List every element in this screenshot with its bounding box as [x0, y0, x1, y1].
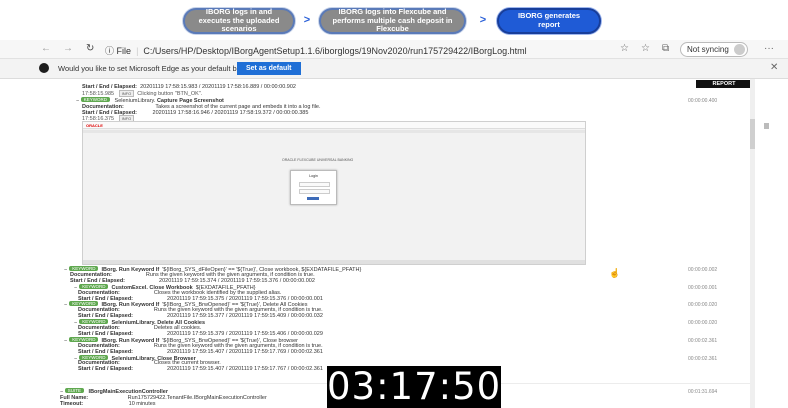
report-content: REPORT Start / End / Elapsed: 20201119 1… — [0, 79, 788, 408]
flow-arrow-icon: > — [300, 13, 314, 27]
timer-overlay: 03:17:50 — [327, 365, 502, 408]
log-row: 17:58:15.985 INFO Clicking button "BTN_O… — [82, 90, 203, 97]
keyword-badge: KEYWORD — [79, 354, 109, 360]
log-row: Start / End / Elapsed: 20201119 17:59:15.… — [78, 366, 323, 373]
url-text: C:/Users/HP/Desktop/IBorgAgentSetup1.1.6… — [143, 46, 527, 56]
avatar — [733, 44, 745, 55]
side-marker — [764, 123, 769, 129]
collections-icon[interactable]: ⧉ — [662, 43, 669, 54]
forward-icon[interactable]: → — [63, 43, 73, 54]
keyword-badge: KEYWORD — [69, 266, 99, 271]
report-tag[interactable]: REPORT — [696, 80, 752, 88]
suite-badge: SUITE — [64, 388, 85, 393]
flow-arrow-icon: > — [476, 13, 490, 27]
keyword-badge: KEYWORD — [79, 319, 109, 325]
info-icon[interactable]: ⓘ — [105, 46, 114, 56]
elapsed-time: 00:00:02.361 — [688, 355, 718, 362]
keyword-badge: KEYWORD — [69, 336, 99, 342]
keyword-badge: KEYWORD — [79, 283, 109, 289]
log-row: Timeout: 10 minutes — [60, 401, 156, 407]
star-icon[interactable]: ☆ — [620, 43, 629, 54]
elapsed-time: 00:00:02.361 — [688, 337, 718, 344]
more-icon[interactable]: ··· — [764, 43, 774, 54]
screenshot-app-title: ORACLE FLEXCUBE UNIVERSAL BANKING — [282, 158, 354, 162]
default-browser-infobar: Would you like to set Microsoft Edge as … — [0, 59, 788, 79]
set-default-button[interactable]: Set as default — [237, 62, 301, 75]
embedded-screenshot[interactable]: ORACLE ORACLE FLEXCUBE UNIVERSAL BANKING… — [82, 121, 586, 265]
elapsed-time: 00:00:00.001 — [688, 284, 718, 291]
info-badge: INFO — [118, 90, 135, 97]
elapsed-time: 00:00:00.020 — [688, 302, 718, 309]
sync-label: Not syncing — [687, 45, 729, 54]
flow-step-3: IBORG generates report — [497, 8, 601, 34]
keyword-badge: KEYWORD — [80, 97, 111, 102]
elapsed-time: 00:00:00.400 — [688, 98, 718, 104]
hand-cursor-icon: ☝ — [609, 268, 621, 278]
infobar-message: Would you like to set Microsoft Edge as … — [58, 64, 264, 73]
elapsed-time: 00:00:00.002 — [688, 267, 718, 273]
keyword-badge: KEYWORD — [69, 301, 99, 307]
close-icon[interactable]: ✕ — [770, 62, 778, 73]
refresh-icon[interactable]: ↻ — [86, 43, 94, 54]
flow-step-2: IBORG logs into Flexcube and performs mu… — [319, 7, 466, 34]
capture-keyword-row[interactable]: − KEYWORD SeleniumLibrary. Capture Page … — [76, 97, 224, 104]
process-flow-banner: IBORG logs in and executes the uploaded … — [0, 0, 788, 40]
elapsed-time: 00:00:00.020 — [688, 320, 718, 327]
oracle-logo: ORACLE — [86, 123, 103, 128]
suite-row[interactable]: − SUITE IBorgMainExecutionController — [60, 388, 168, 395]
url-field[interactable]: ⓘ File | C:/Users/HP/Desktop/IBorgAgentS… — [105, 44, 527, 57]
elapsed-time: 00:01:31.694 — [688, 389, 718, 395]
edge-logo-icon — [39, 63, 49, 73]
flow-step-1: IBORG logs in and executes the uploaded … — [183, 7, 295, 34]
favorites-icon[interactable]: ☆ — [641, 43, 650, 54]
screenshot-login-box: Login — [290, 170, 337, 205]
scrollbar-thumb[interactable] — [750, 119, 755, 149]
back-icon[interactable]: ← — [41, 43, 51, 54]
sync-button[interactable]: Not syncing — [680, 42, 748, 57]
address-bar: ← → ↻ ⓘ File | C:/Users/HP/Desktop/IBorg… — [0, 40, 788, 59]
file-label: File — [116, 46, 132, 56]
